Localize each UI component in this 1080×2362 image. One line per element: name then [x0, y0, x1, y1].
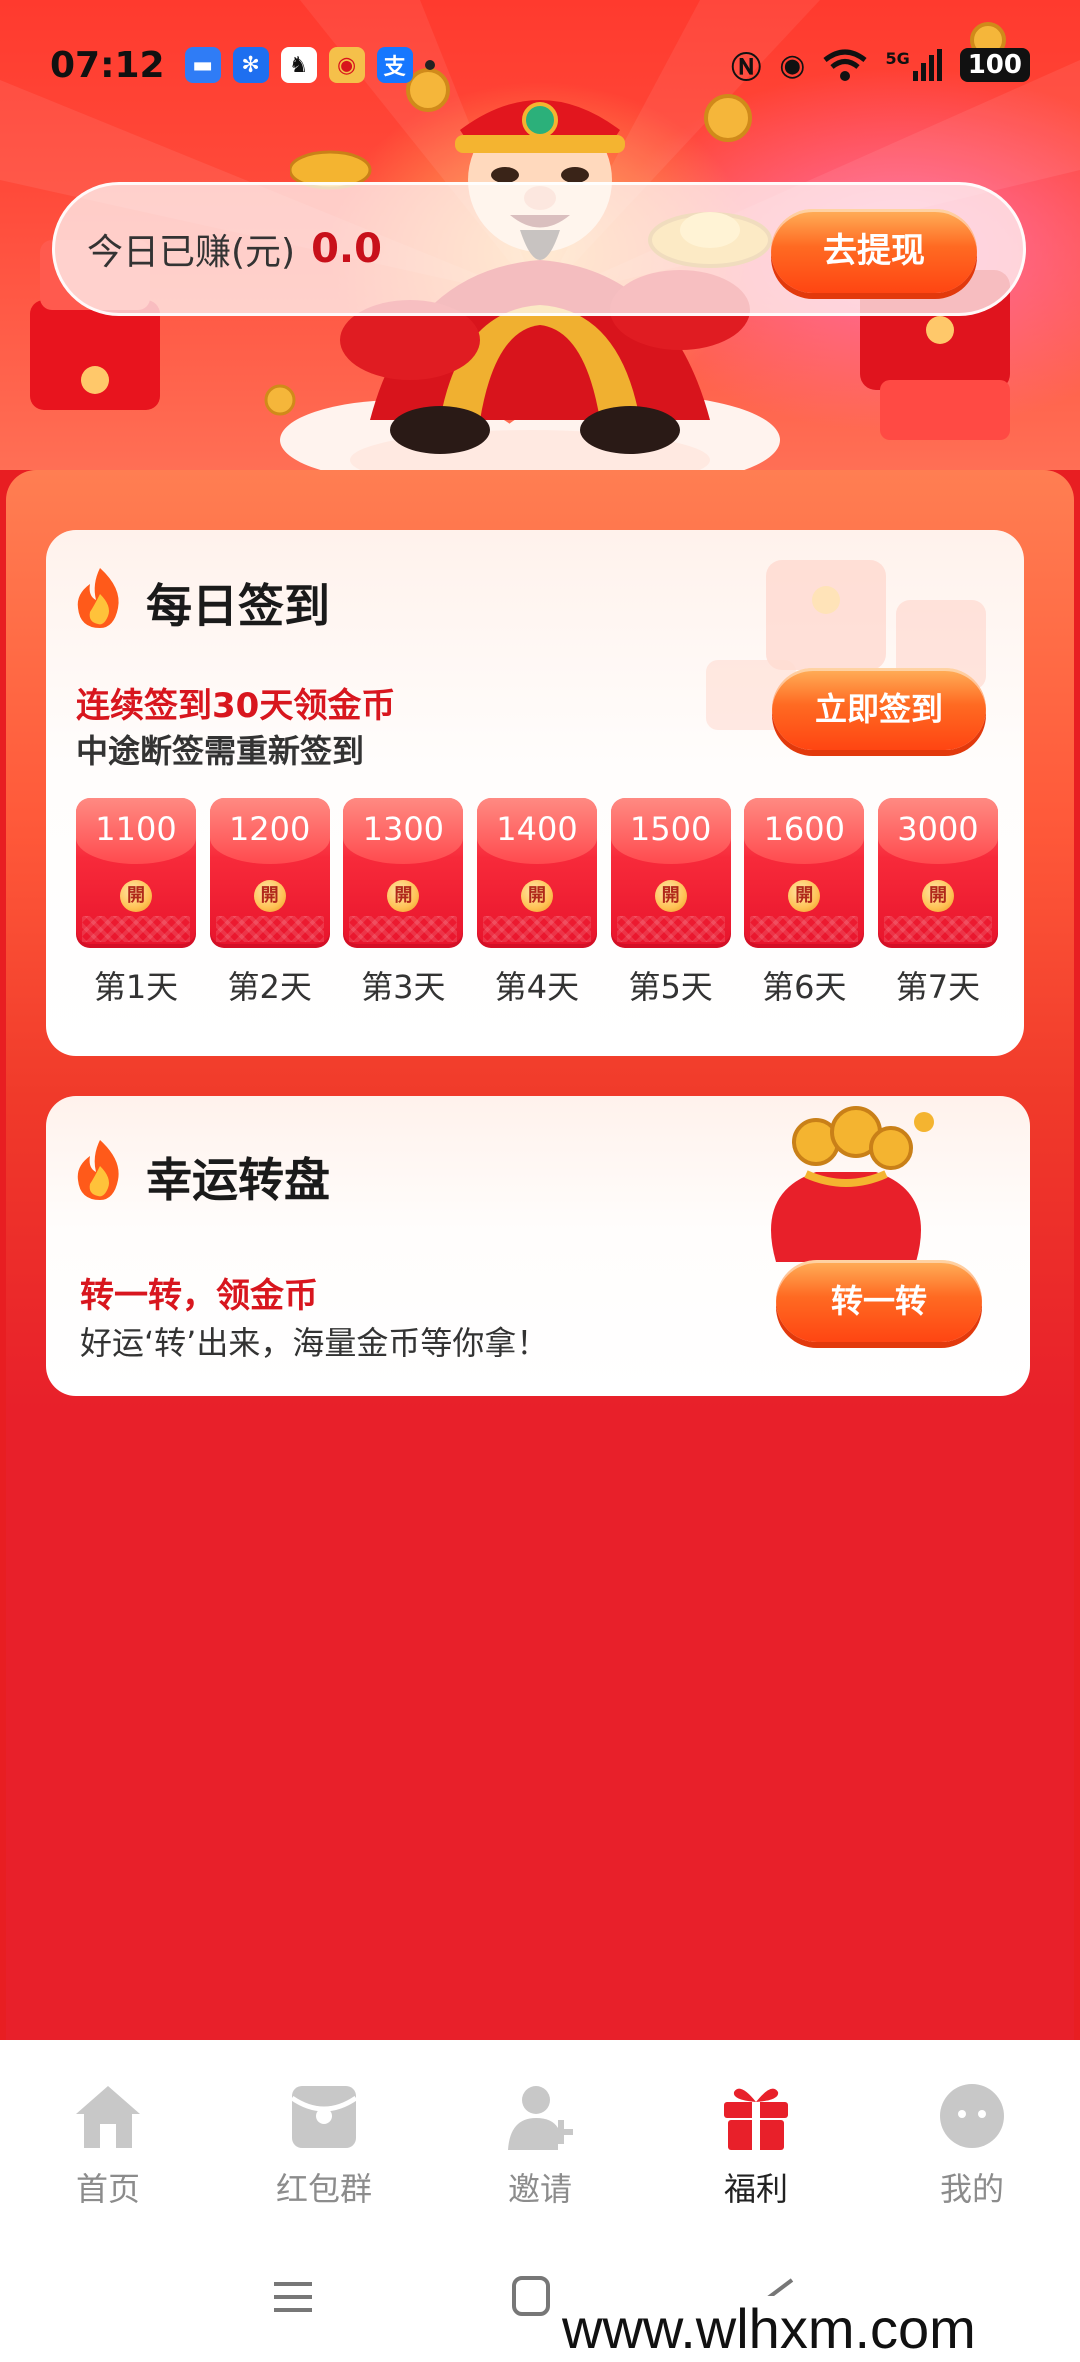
red-envelope: 1200 開: [209, 798, 330, 948]
qq-icon: ♞: [280, 47, 317, 83]
day-reward-amount: 1100: [95, 810, 177, 848]
day-reward-amount: 1400: [496, 810, 578, 848]
profile-face-icon: [932, 2076, 1012, 2156]
checkin-rule-text: 中途断签需重新签到: [76, 732, 365, 770]
day-reward-amount: 3000: [897, 810, 979, 848]
day-label: 第2天: [227, 968, 312, 1006]
gift-icon: [716, 2076, 796, 2156]
day-label: 第6天: [762, 968, 847, 1006]
envelope-seal-icon: 開: [788, 880, 821, 912]
envelope-seal-icon: 開: [120, 880, 152, 912]
checkin-day-3[interactable]: 1300 開 第3天: [343, 798, 464, 1008]
spin-button[interactable]: 转一转: [776, 1260, 982, 1342]
day-label: 第4天: [494, 968, 580, 1006]
home-icon: [68, 2076, 148, 2156]
envelope-seal-icon: 開: [520, 880, 553, 912]
tab-profile-label: 我的: [939, 2170, 1004, 2208]
checkin-days-row: 1100 開 第1天 1200 開 第2天 1300 開 第3天 1400 開 …: [76, 798, 998, 1008]
battery-indicator: 100: [959, 48, 1030, 82]
wheel-slogan-text: 好运‘转’出来，海量金币等你拿！: [80, 1324, 549, 1362]
tab-profile[interactable]: 我的: [892, 2076, 1052, 2240]
day-reward-amount: 1300: [362, 810, 445, 848]
daily-checkin-title: 每日签到: [146, 579, 330, 633]
red-envelope: 1100 開: [76, 798, 196, 948]
day-label: 第7天: [895, 968, 981, 1006]
red-envelope: 1400 開: [476, 798, 597, 948]
red-envelope: 1300 開: [343, 798, 464, 948]
day-label: 第3天: [361, 968, 446, 1006]
weibo-icon: ◉: [328, 47, 365, 83]
invite-user-icon: [500, 2076, 580, 2156]
lucky-wheel-card: 幸运转盘 转一转，领金币 好运‘转’出来，海量金币等你拿！ 转一转: [46, 1096, 1030, 1396]
day-reward-amount: 1200: [228, 810, 311, 848]
checkin-day-4[interactable]: 1400 開 第4天: [476, 798, 597, 1008]
hero-banner: 07:12 ▬ ✻ ♞ ◉ 支 Ⓝ ◉ 5G 100 今日已赚(元) 0.0 去…: [0, 0, 1080, 470]
fan-app-icon: ✻: [232, 47, 269, 83]
red-packet-group-icon: [284, 2076, 364, 2156]
today-earnings-label: 今日已赚(元): [87, 232, 296, 273]
red-envelope: 1600 開: [744, 798, 865, 948]
location-icon: ◉: [779, 47, 806, 83]
tab-invite[interactable]: 邀请: [460, 2076, 620, 2240]
withdraw-button[interactable]: 去提现: [771, 209, 977, 293]
checkin-day-7[interactable]: 3000 開 第7天: [877, 798, 998, 1008]
daily-checkin-card: 每日签到 连续签到30天领金币 中途断签需重新签到 立即签到 1100 開 第1…: [46, 530, 1024, 1056]
day-label: 第1天: [93, 968, 179, 1006]
wifi-icon: [823, 49, 868, 81]
tab-invite-label: 邀请: [507, 2170, 572, 2208]
today-earnings-bar: 今日已赚(元) 0.0 去提现: [52, 182, 1026, 316]
lucky-wheel-title: 幸运转盘: [146, 1153, 330, 1207]
status-bar: 07:12 ▬ ✻ ♞ ◉ 支 Ⓝ ◉ 5G 100: [0, 40, 1080, 90]
checkin-day-2[interactable]: 1200 開 第2天: [209, 798, 330, 1008]
fire-icon: [77, 568, 119, 628]
checkin-day-1[interactable]: 1100 開 第1天: [76, 798, 196, 1008]
tab-red-packet-group[interactable]: 红包群: [244, 2076, 404, 2240]
tab-welfare[interactable]: 福利: [676, 2076, 836, 2240]
checkin-reward-text: 连续签到30天领金币: [76, 686, 396, 726]
message-icon: ▬: [184, 47, 221, 83]
day-reward-amount: 1500: [629, 810, 712, 848]
tab-home[interactable]: 首页: [28, 2076, 188, 2240]
checkin-now-button[interactable]: 立即签到: [772, 668, 986, 750]
envelope-seal-icon: 開: [253, 880, 286, 912]
alipay-icon: 支: [376, 47, 413, 83]
envelope-seal-icon: 開: [387, 880, 420, 912]
money-bag-decoration: [771, 1106, 934, 1262]
red-envelope: 1500 開: [610, 798, 731, 948]
tab-home-label: 首页: [75, 2170, 140, 2208]
cellular-signal-icon: 5G: [885, 49, 942, 81]
bottom-tab-bar: 首页 红包群 邀请 福利 我的: [0, 2040, 1080, 2240]
recent-apps-icon[interactable]: [268, 2272, 318, 2322]
tab-red-packet-group-label: 红包群: [275, 2170, 372, 2208]
envelope-seal-icon: 開: [654, 880, 687, 912]
fire-icon: [77, 1140, 119, 1200]
today-earnings-value: 0.0: [311, 226, 382, 272]
checkin-day-6[interactable]: 1600 開 第6天: [744, 798, 865, 1008]
nfc-icon: Ⓝ: [731, 51, 762, 86]
checkin-day-5[interactable]: 1500 開 第5天: [610, 798, 731, 1008]
day-label: 第5天: [628, 968, 713, 1006]
envelope-seal-icon: 開: [921, 880, 954, 912]
site-watermark: www.wlhxm.com: [556, 2296, 982, 2361]
day-reward-amount: 1600: [763, 810, 845, 848]
status-time: 07:12: [50, 44, 165, 86]
home-button-icon[interactable]: [508, 2272, 558, 2322]
wheel-reward-text: 转一转，领金币: [80, 1276, 318, 1316]
network-type-label: 5G: [885, 49, 910, 68]
tab-welfare-label: 福利: [723, 2170, 788, 2208]
red-envelope: 3000 開: [877, 798, 998, 948]
more-notifications-dot-icon: [424, 60, 435, 70]
